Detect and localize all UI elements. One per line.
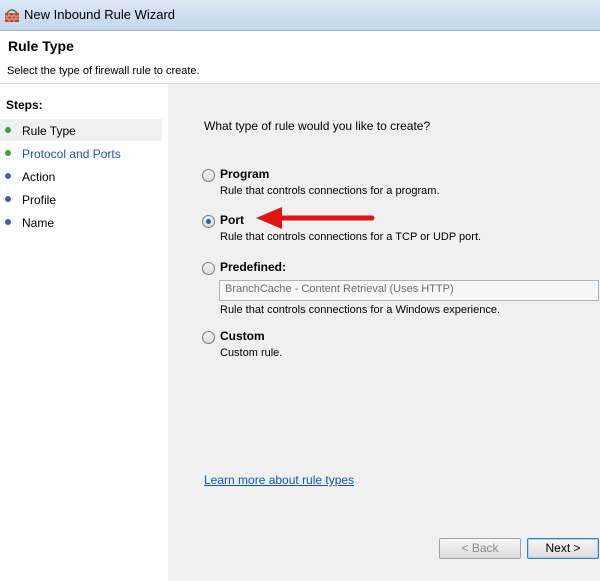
red-arrow-annotation — [256, 207, 375, 229]
arrow-left-icon — [256, 207, 375, 229]
